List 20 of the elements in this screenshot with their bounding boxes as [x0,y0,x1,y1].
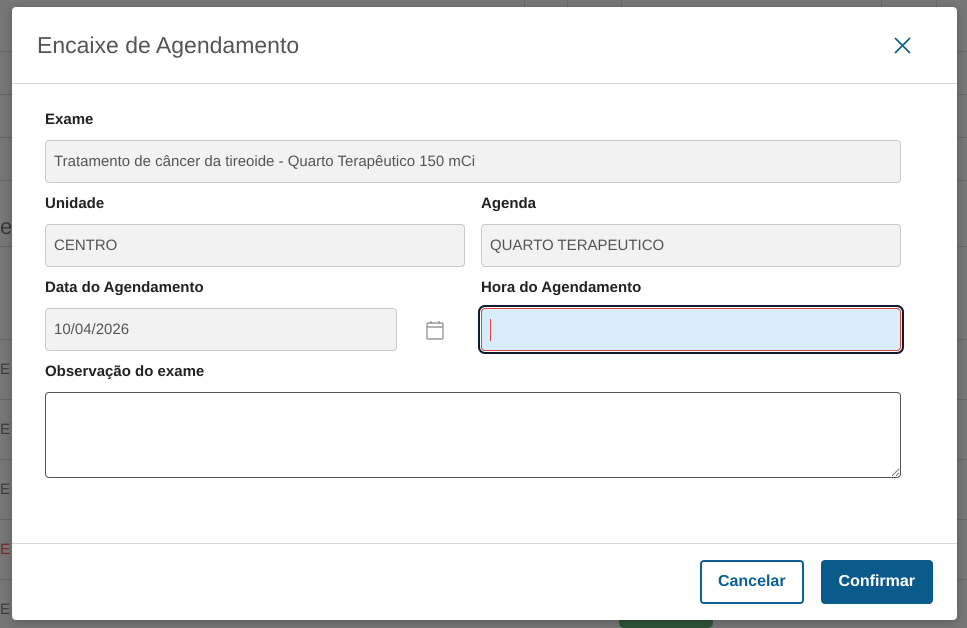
close-icon [894,36,911,54]
field-label: Data do Agendamento [45,278,205,298]
background-text: E [0,420,10,440]
text-field[interactable] [478,305,904,354]
notes-textarea[interactable] [45,392,901,478]
field-label: Exame [45,110,94,130]
background-text: e [0,214,12,240]
background-text: E [0,540,10,560]
field-label: Hora do Agendamento [481,278,642,298]
text-cursor-icon [490,319,491,341]
background-text: E [0,600,10,620]
calendar-icon[interactable] [426,320,444,340]
confirm-button[interactable]: Confirmar [820,560,933,604]
background-text: E [0,480,10,500]
field-label: Agenda [481,194,538,214]
dialog-title: Encaixe de Agendamento [37,31,300,59]
cancel-button[interactable]: Cancelar [700,560,804,604]
field-label: Observação do exame [45,362,206,382]
field-label: Unidade [45,194,106,214]
background-text: E [0,360,10,380]
